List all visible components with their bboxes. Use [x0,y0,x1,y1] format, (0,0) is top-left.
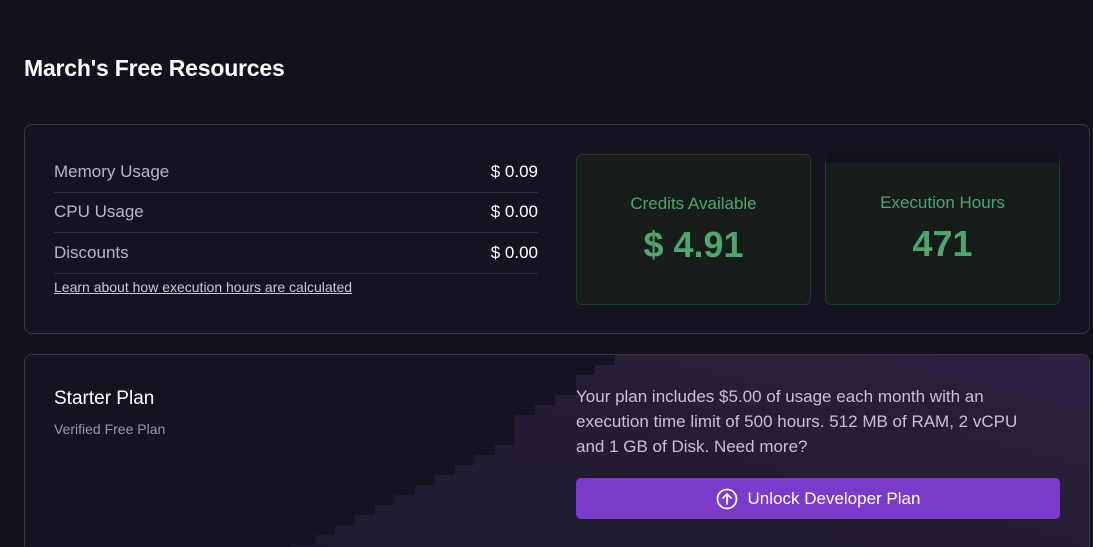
arrow-up-circle-icon [716,488,738,510]
usage-value: $ 0.00 [490,242,538,262]
plan-description: Your plan includes $5.00 of usage each m… [576,387,1018,456]
usage-row-memory: Memory Usage $ 0.09 [54,152,538,193]
plan-subtitle: Verified Free Plan [54,421,166,437]
execution-hours-value: 471 [912,223,973,264]
learn-execution-hours-link[interactable]: Learn about how execution hours are calc… [54,279,352,295]
usage-label: Discounts [54,242,129,262]
usage-value: $ 0.09 [490,161,538,181]
plan-card: Starter Plan Verified Free Plan Your pla… [24,354,1090,547]
page-title: March's Free Resources [24,55,285,81]
credits-label: Credits Available [630,194,757,213]
credits-available-box: Credits Available $ 4.91 [576,154,811,305]
credits-value: $ 4.91 [643,224,744,265]
usage-row-cpu: CPU Usage $ 0.00 [54,193,538,233]
usage-value: $ 0.00 [490,202,538,222]
unlock-button-label: Unlock Developer Plan [747,488,921,508]
execution-hours-label: Execution Hours [880,193,1005,212]
usage-card: Memory Usage $ 0.09 CPU Usage $ 0.00 Dis… [24,124,1090,334]
usage-label: Memory Usage [54,161,170,181]
execution-hours-box: Execution Hours 471 [825,154,1060,305]
usage-label: CPU Usage [54,202,144,222]
usage-row-discounts: Discounts $ 0.00 [54,233,538,274]
usage-list: Memory Usage $ 0.09 CPU Usage $ 0.00 Dis… [54,152,538,274]
unlock-developer-plan-button[interactable]: Unlock Developer Plan [576,478,1060,519]
plan-name: Starter Plan [54,388,155,409]
